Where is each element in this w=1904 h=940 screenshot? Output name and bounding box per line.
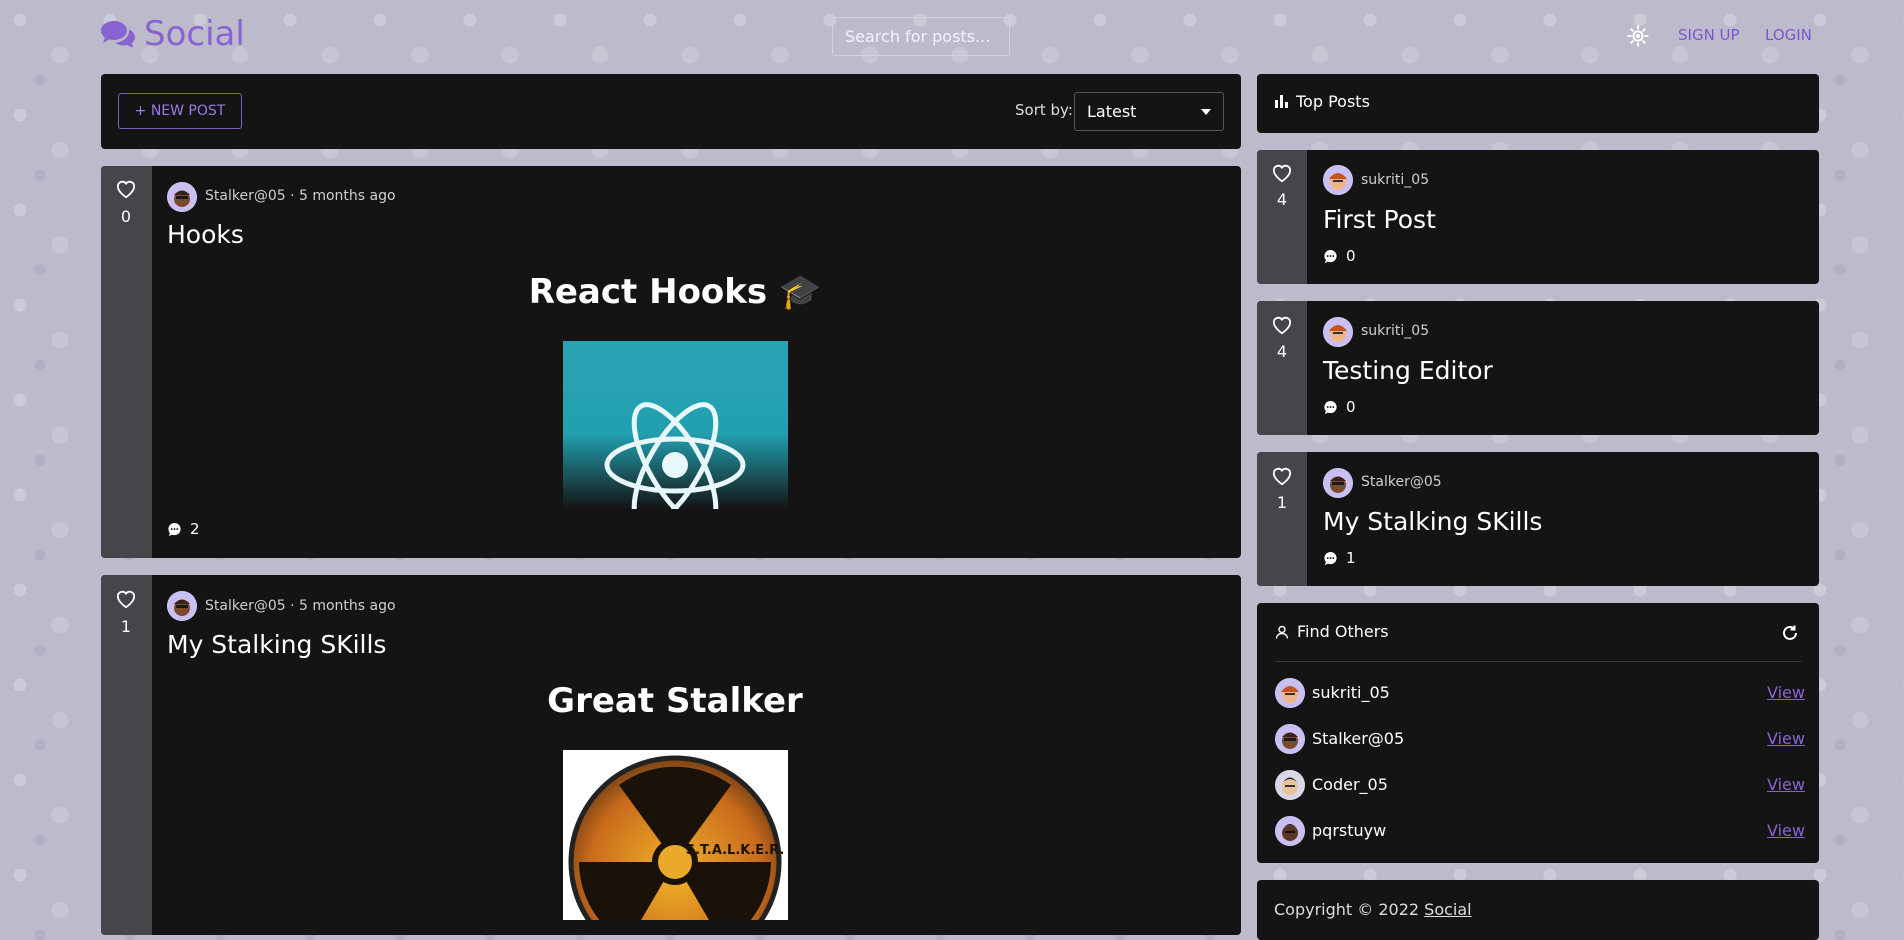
top-posts-title: Top Posts <box>1296 92 1370 111</box>
avatar[interactable] <box>1275 770 1305 800</box>
user-name: Coder_05 <box>1312 775 1388 794</box>
login-link[interactable]: LOGIN <box>1765 26 1812 44</box>
post-title[interactable]: My Stalking SKills <box>167 630 386 659</box>
avatar-face-icon <box>1275 816 1305 846</box>
copyright-text: Copyright © 2022 <box>1274 900 1420 919</box>
caret-down-icon <box>1201 109 1211 115</box>
refresh-icon[interactable] <box>1781 624 1799 642</box>
avatar[interactable] <box>1323 317 1353 347</box>
brand-name: Social <box>144 14 245 54</box>
avatar[interactable] <box>1323 165 1353 195</box>
comment-count: 1 <box>1346 549 1356 567</box>
post-meta: Stalker@05 · 5 months ago <box>205 598 396 614</box>
top-post-author[interactable]: sukriti_05 <box>1361 323 1429 339</box>
user-name: sukriti_05 <box>1312 683 1390 702</box>
avatar-face-icon <box>167 182 197 212</box>
comment-count: 2 <box>190 520 200 538</box>
new-post-button[interactable]: + NEW POST <box>118 93 242 129</box>
comment-icon <box>168 522 181 536</box>
search-input[interactable] <box>832 17 1010 56</box>
post-heading: Great Stalker <box>547 681 803 721</box>
find-others-title-row: Find Others <box>1275 622 1389 641</box>
post-meta: Stalker@05 · 5 months ago <box>205 188 396 204</box>
avatar-face-icon <box>1275 724 1305 754</box>
top-post-title[interactable]: My Stalking SKills <box>1323 507 1542 536</box>
chat-bubbles-icon <box>101 21 135 48</box>
image-text: S.T.A.L.K.E.R. <box>686 843 785 858</box>
brand-logo[interactable]: Social <box>100 14 245 54</box>
find-others-title: Find Others <box>1297 622 1389 641</box>
footer-social-link[interactable]: Social <box>1424 900 1471 919</box>
avatar-face-icon <box>167 591 197 621</box>
like-count: 1 <box>120 617 132 636</box>
sort-select[interactable]: Latest <box>1074 92 1224 131</box>
post-heading: React Hooks 🎓 <box>528 272 822 312</box>
top-post-title[interactable]: First Post <box>1323 205 1436 234</box>
avatar-face-icon <box>1323 165 1353 195</box>
avatar-face-icon <box>1275 770 1305 800</box>
bar-chart-icon <box>1275 95 1288 108</box>
avatar-face-icon <box>1323 468 1353 498</box>
comment-count-row[interactable]: 0 <box>1323 247 1356 265</box>
avatar[interactable] <box>167 182 197 212</box>
top-posts-title-row: Top Posts <box>1275 92 1370 111</box>
post-author[interactable]: Stalker@05 <box>205 188 286 204</box>
user-name: pqrstuyw <box>1312 821 1387 840</box>
like-count: 1 <box>1276 493 1288 512</box>
post-time: · 5 months ago <box>290 598 396 614</box>
view-user-link[interactable]: View <box>1767 775 1805 794</box>
comment-count-row[interactable]: 0 <box>1323 398 1356 416</box>
avatar[interactable] <box>1323 468 1353 498</box>
heart-icon[interactable] <box>1271 466 1293 486</box>
user-name: Stalker@05 <box>1312 729 1405 748</box>
avatar[interactable] <box>1275 724 1305 754</box>
react-logo-image <box>563 341 788 509</box>
comment-icon <box>1324 400 1337 414</box>
comment-icon <box>1324 551 1337 565</box>
copyright: Copyright © 2022 Social <box>1274 900 1472 919</box>
signup-link[interactable]: SIGN UP <box>1678 26 1740 44</box>
stalker-radiation-image: S.T.A.L.K.E.R. <box>563 750 788 920</box>
comment-icon <box>1324 249 1337 263</box>
sort-label: Sort by: <box>1015 101 1073 119</box>
top-post-title[interactable]: Testing Editor <box>1323 356 1493 385</box>
brightness-toggle-icon[interactable] <box>1627 25 1649 47</box>
person-icon <box>1275 625 1289 639</box>
top-post-author[interactable]: Stalker@05 <box>1361 474 1442 490</box>
divider <box>1275 661 1801 662</box>
top-post-author[interactable]: sukriti_05 <box>1361 172 1429 188</box>
avatar[interactable] <box>167 591 197 621</box>
view-user-link[interactable]: View <box>1767 729 1805 748</box>
heart-icon[interactable] <box>115 589 137 609</box>
avatar[interactable] <box>1275 816 1305 846</box>
like-count: 4 <box>1276 342 1288 361</box>
heart-icon[interactable] <box>1271 163 1293 183</box>
heart-icon[interactable] <box>115 179 137 199</box>
view-user-link[interactable]: View <box>1767 683 1805 702</box>
heart-icon[interactable] <box>1271 315 1293 335</box>
post-time: · 5 months ago <box>290 188 396 204</box>
avatar-face-icon <box>1323 317 1353 347</box>
comment-count-row[interactable]: 2 <box>167 520 200 538</box>
like-count: 4 <box>1276 190 1288 209</box>
avatar[interactable] <box>1275 678 1305 708</box>
comment-count: 0 <box>1346 398 1356 416</box>
post-author[interactable]: Stalker@05 <box>205 598 286 614</box>
like-count: 0 <box>120 207 132 226</box>
comment-count: 0 <box>1346 247 1356 265</box>
avatar-face-icon <box>1275 678 1305 708</box>
comment-count-row[interactable]: 1 <box>1323 549 1356 567</box>
view-user-link[interactable]: View <box>1767 821 1805 840</box>
sort-value: Latest <box>1087 102 1137 121</box>
post-title[interactable]: Hooks <box>167 220 244 249</box>
